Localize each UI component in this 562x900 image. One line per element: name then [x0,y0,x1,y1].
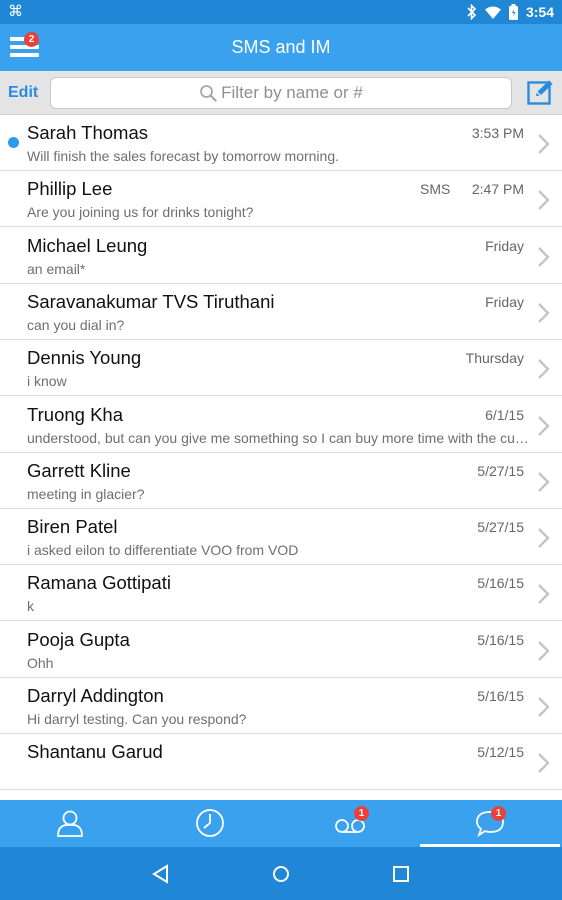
message-time: 6/1/15 [485,406,524,423]
contact-name: Michael Leung [27,234,148,256]
message-preview: i asked eilon to differentiate VOO from … [27,542,299,559]
messages-badge: 1 [491,806,506,821]
contact-name: Garrett Kline [27,459,131,481]
message-preview: Will finish the sales forecast by tomorr… [27,148,339,164]
edit-button[interactable]: Edit [8,71,38,115]
contacts-icon [57,810,83,837]
conversation-row[interactable]: Truong Kha understood, but can you give m… [0,397,562,453]
chevron-right-icon [538,753,550,774]
compose-icon[interactable] [527,79,554,106]
chevron-right-icon [538,134,550,154]
wifi-icon [484,6,501,19]
voicemail-badge: 1 [354,806,369,821]
contact-name: Truong Kha [27,403,123,425]
contact-name: Ramana Gottipati [27,572,171,594]
chevron-right-icon [538,471,550,492]
message-time: 3:53 PM [471,125,524,141]
message-time: Thursday [465,350,524,367]
message-time: Friday [485,293,524,310]
contact-name: Phillip Lee [27,178,113,200]
contact-name: Shantanu Garud [27,741,163,763]
tab-recents[interactable] [140,800,280,847]
conversation-row[interactable]: Biren Patel i asked eilon to differentiat… [0,509,562,566]
message-time: 2:47 PM [471,181,524,198]
app-notification-icon: ⌘ [8,3,23,20]
message-preview: k [27,598,34,615]
conversation-row[interactable]: Saravanakumar TVS Tiruthani can you dial … [0,284,562,340]
contact-name: Dennis Young [27,347,142,369]
back-icon[interactable] [146,859,176,889]
recent-apps-icon[interactable] [386,859,416,889]
message-time: 5/27/15 [477,462,524,479]
message-time: Friday [485,237,524,254]
status-bar: ⌘ 3:54 [0,0,562,24]
chevron-right-icon [538,415,550,436]
filter-bar: Edit Filter by name or # [0,71,562,115]
message-preview: i know [27,373,67,390]
message-preview: meeting in glacier? [27,485,145,502]
unread-indicator [8,137,19,148]
bluetooth-icon [467,4,477,20]
search-icon [200,85,217,102]
contact-name: Saravanakumar TVS Tiruthani [27,290,275,312]
contact-name: Pooja Gupta [27,628,130,650]
message-type-label: SMS [420,181,451,198]
conversation-row[interactable]: Darryl Addington Hi darryl testing. Can y… [0,678,562,734]
message-preview: Are you joining us for drinks tonight? [27,204,254,221]
chevron-right-icon [538,584,550,605]
message-time: 5/16/15 [477,575,524,592]
contact-name: Sarah Thomas [27,122,148,143]
message-preview: can you dial in? [27,316,125,333]
message-preview: understood, but can you give me somethin… [27,429,529,446]
chevron-right-icon [538,640,550,661]
message-time: 5/27/15 [477,519,524,536]
conversation-row[interactable]: Shantanu Garud 5/12/15 [0,734,562,791]
menu-notification-badge: 2 [24,32,39,47]
page-title: SMS and IM [231,37,331,57]
tab-voicemail[interactable]: 1 [280,800,420,847]
battery-icon [508,4,518,20]
chevron-right-icon [538,190,550,211]
conversation-row[interactable]: Phillip Lee Are you joining us for drinks… [0,171,562,228]
conversation-row[interactable]: Dennis Young i know Thursday [0,340,562,397]
conversation-row[interactable]: Ramana Gottipati k 5/16/15 [0,565,562,622]
message-time: 5/12/15 [477,744,524,761]
chevron-right-icon [538,246,550,267]
chevron-right-icon [538,528,550,548]
conversation-row[interactable]: Sarah Thomas Will finish the sales foreca… [0,115,562,171]
chevron-right-icon [538,359,550,380]
message-preview: Ohh [27,654,54,671]
contact-name: Darryl Addington [27,685,164,706]
message-preview: Hi darryl testing. Can you respond? [27,711,247,727]
contact-name: Biren Patel [27,516,118,538]
chevron-right-icon [538,697,550,717]
filter-placeholder: Filter by name or # [221,83,363,102]
tab-messages[interactable]: 1 [420,800,560,847]
message-time: 5/16/15 [477,688,524,704]
home-icon[interactable] [266,859,296,889]
conversation-row[interactable]: Garrett Kline meeting in glacier? 5/27/15 [0,453,562,509]
chevron-right-icon [538,303,550,323]
message-time: 5/16/15 [477,631,524,648]
recents-clock-icon [196,809,224,837]
conversation-list: Sarah Thomas Will finish the sales foreca… [0,115,562,800]
status-time: 3:54 [525,4,554,20]
conversation-row[interactable]: Michael Leung an email* Friday [0,228,562,284]
conversation-row[interactable]: Pooja Gupta Ohh 5/16/15 [0,622,562,678]
status-icons: 3:54 [467,0,554,24]
message-preview: an email* [27,260,86,277]
menu-button[interactable]: 2 [10,32,42,62]
bottom-tab-bar: 1 1 [0,800,562,847]
app-header: SMS and IM 2 [0,24,562,71]
system-nav-bar [0,847,562,900]
tab-contacts[interactable] [0,800,140,847]
filter-input[interactable]: Filter by name or # [50,77,512,109]
